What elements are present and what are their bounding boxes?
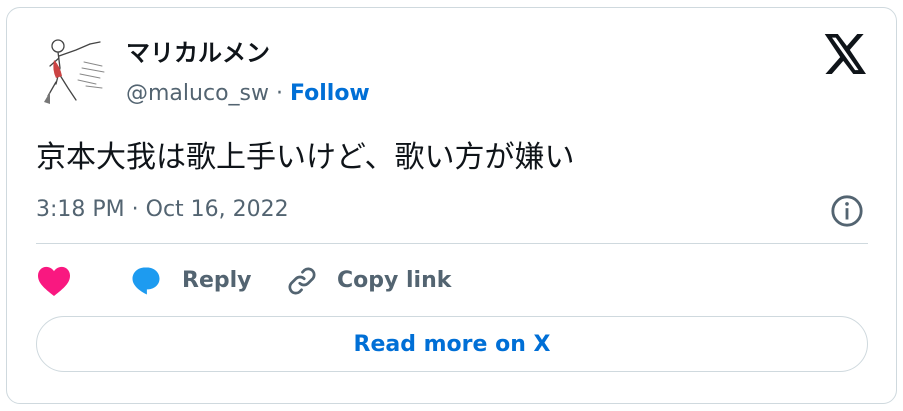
follow-button[interactable]: Follow: [290, 81, 370, 106]
read-more-button[interactable]: Read more on X: [36, 316, 868, 372]
read-more-label: Read more on X: [353, 331, 551, 357]
author-handle[interactable]: @maluco_sw: [126, 81, 269, 106]
avatar[interactable]: [36, 32, 116, 112]
author-name[interactable]: マリカルメン: [126, 38, 270, 68]
reply-button[interactable]: Reply: [182, 267, 252, 295]
info-icon[interactable]: [830, 194, 864, 228]
x-logo-icon[interactable]: [824, 34, 868, 74]
reply-bubble-icon[interactable]: [128, 263, 164, 299]
heart-icon[interactable]: [36, 265, 72, 297]
link-icon[interactable]: [284, 263, 320, 299]
author-handle-row: @maluco_sw · Follow: [126, 80, 370, 108]
tweet-text: 京本大我は歌上手いけど、歌い方が嫌い: [36, 140, 575, 175]
copy-link-button[interactable]: Copy link: [337, 267, 451, 295]
separator-dot: ·: [275, 81, 283, 106]
tweet-timestamp[interactable]: 3:18 PM · Oct 16, 2022: [36, 196, 289, 224]
divider: [36, 243, 868, 244]
